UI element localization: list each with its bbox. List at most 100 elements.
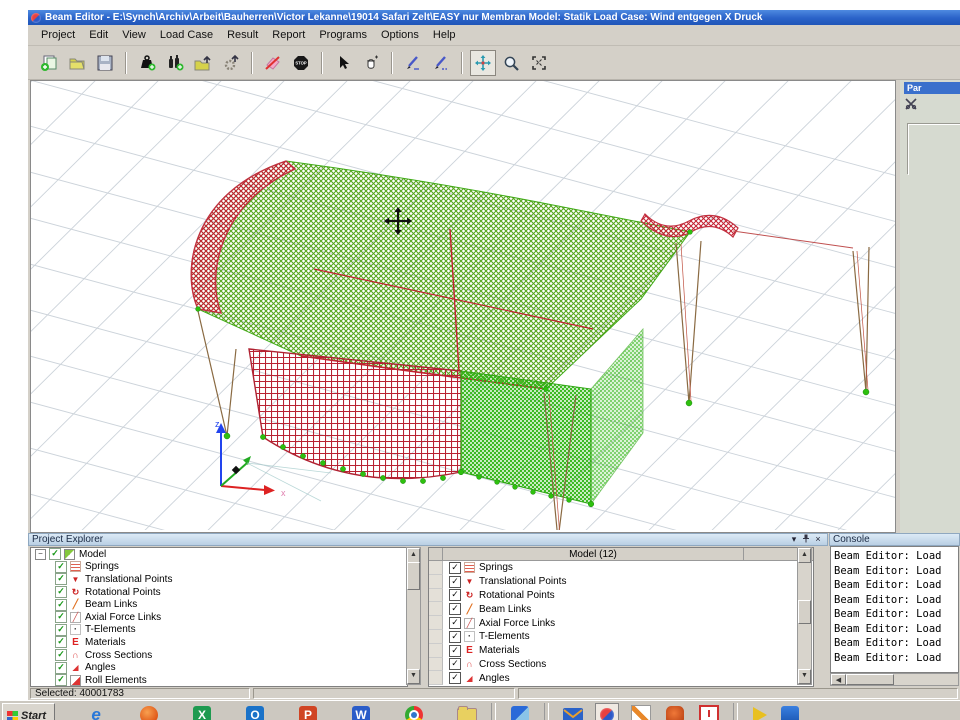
tools-icon[interactable] bbox=[905, 97, 917, 115]
collapse-icon[interactable]: − bbox=[35, 549, 46, 560]
word-icon[interactable]: W bbox=[349, 703, 373, 720]
blue-app-icon[interactable] bbox=[778, 703, 802, 720]
panel-menu-button[interactable]: ▾ bbox=[788, 534, 800, 545]
row-selector[interactable] bbox=[429, 616, 443, 630]
chrome-icon[interactable] bbox=[402, 703, 426, 720]
item-checkbox[interactable] bbox=[449, 658, 461, 670]
row-selector[interactable] bbox=[429, 630, 443, 644]
powerpoint-icon[interactable]: P bbox=[296, 703, 320, 720]
excel-icon[interactable]: X bbox=[190, 703, 214, 720]
list-item[interactable]: Axial Force Links bbox=[429, 616, 813, 630]
orange-app-icon[interactable] bbox=[663, 703, 687, 720]
internet-explorer-icon[interactable]: e bbox=[84, 703, 108, 720]
tree-item-model[interactable]: − Model bbox=[31, 548, 407, 561]
menu-item[interactable]: Report bbox=[265, 27, 312, 43]
model-list-title[interactable]: Model (12) bbox=[443, 548, 744, 561]
zoom-extents-button[interactable] bbox=[526, 50, 552, 76]
list-item[interactable]: Cross Sections bbox=[429, 658, 813, 672]
menu-item[interactable]: Load Case bbox=[153, 27, 220, 43]
pin-icon[interactable] bbox=[800, 534, 812, 546]
menu-item[interactable]: Result bbox=[220, 27, 265, 43]
import-settings-button[interactable] bbox=[218, 50, 244, 76]
menu-item[interactable]: View bbox=[115, 27, 153, 43]
tree-item[interactable]: Roll Elements bbox=[31, 674, 407, 687]
item-checkbox[interactable] bbox=[449, 617, 461, 629]
item-checkbox[interactable] bbox=[55, 649, 67, 661]
tree-scrollbar[interactable]: ▲ ▼ bbox=[406, 547, 421, 685]
grab-pan-button[interactable] bbox=[358, 50, 384, 76]
menu-item[interactable]: Programs bbox=[312, 27, 374, 43]
item-checkbox[interactable] bbox=[55, 624, 67, 636]
item-checkbox[interactable] bbox=[55, 573, 67, 585]
list-item[interactable]: T-Elements bbox=[429, 630, 813, 644]
item-checkbox[interactable] bbox=[449, 562, 461, 574]
item-checkbox[interactable] bbox=[449, 603, 461, 615]
scroll-down-icon[interactable]: ▼ bbox=[407, 669, 420, 684]
titlebar[interactable]: Beam Editor - E:\Synch\Archiv\Arbeit\Bau… bbox=[28, 10, 960, 25]
scroll-up-icon[interactable]: ▲ bbox=[407, 548, 420, 563]
add-load-case-button[interactable] bbox=[134, 50, 160, 76]
import-folder-button[interactable] bbox=[190, 50, 216, 76]
tree-item[interactable]: Angles bbox=[31, 661, 407, 674]
item-checkbox[interactable] bbox=[449, 589, 461, 601]
item-checkbox[interactable] bbox=[55, 662, 67, 674]
media-player-icon[interactable] bbox=[137, 703, 161, 720]
clock-app-icon[interactable] bbox=[697, 703, 721, 720]
delete-results-button[interactable] bbox=[260, 50, 286, 76]
item-checkbox[interactable] bbox=[55, 611, 67, 623]
row-selector[interactable] bbox=[429, 575, 443, 589]
select-button[interactable] bbox=[330, 50, 356, 76]
close-icon[interactable]: × bbox=[812, 534, 824, 545]
row-selector[interactable] bbox=[429, 589, 443, 603]
tree-item[interactable]: Springs bbox=[31, 561, 407, 574]
item-checkbox[interactable] bbox=[449, 576, 461, 588]
item-checkbox[interactable] bbox=[55, 636, 67, 648]
item-checkbox[interactable] bbox=[55, 599, 67, 611]
menu-item[interactable]: Project bbox=[34, 27, 82, 43]
item-checkbox[interactable] bbox=[55, 674, 67, 686]
new-project-button[interactable] bbox=[36, 50, 62, 76]
beam-editor-taskbar-icon[interactable] bbox=[595, 703, 619, 720]
item-checkbox[interactable] bbox=[55, 586, 67, 598]
tree-item[interactable]: Translational Points bbox=[31, 573, 407, 586]
tree-item[interactable]: Materials bbox=[31, 636, 407, 649]
row-selector[interactable] bbox=[429, 658, 443, 672]
tree-item[interactable]: Cross Sections bbox=[31, 649, 407, 662]
row-selector[interactable] bbox=[429, 602, 443, 616]
item-checkbox[interactable] bbox=[449, 645, 461, 657]
draw-link-button[interactable] bbox=[428, 50, 454, 76]
stop-button[interactable]: STOP bbox=[288, 50, 314, 76]
draw-beam-button[interactable] bbox=[400, 50, 426, 76]
zoom-button[interactable] bbox=[498, 50, 524, 76]
mail-app-icon[interactable] bbox=[561, 703, 585, 720]
menu-item[interactable]: Options bbox=[374, 27, 426, 43]
list-item[interactable]: Rotational Points bbox=[429, 589, 813, 603]
item-checkbox[interactable] bbox=[55, 561, 67, 573]
list-item[interactable]: Beam Links bbox=[429, 602, 813, 616]
model-list-scrollbar[interactable]: ▲ ▼ bbox=[797, 547, 812, 685]
photos-app-icon[interactable] bbox=[508, 703, 532, 720]
open-project-button[interactable] bbox=[64, 50, 90, 76]
item-checkbox[interactable] bbox=[449, 631, 461, 643]
console-output[interactable]: Beam Editor: LoadBeam Editor: LoadBeam E… bbox=[830, 546, 959, 673]
scroll-down-icon[interactable]: ▼ bbox=[798, 669, 811, 684]
tree-item[interactable]: Rotational Points bbox=[31, 586, 407, 599]
menu-item[interactable]: Edit bbox=[82, 27, 115, 43]
list-item[interactable]: Materials bbox=[429, 644, 813, 658]
list-item[interactable]: Translational Points bbox=[429, 575, 813, 589]
save-button[interactable] bbox=[92, 50, 118, 76]
menu-item[interactable]: Help bbox=[426, 27, 463, 43]
row-selector[interactable] bbox=[429, 671, 443, 685]
notes-app-icon[interactable] bbox=[629, 703, 653, 720]
model-checkbox[interactable] bbox=[49, 548, 61, 560]
list-item[interactable]: Angles bbox=[429, 671, 813, 685]
start-button[interactable]: Start bbox=[2, 703, 55, 720]
yellow-arrow-app-icon[interactable] bbox=[748, 703, 772, 720]
item-checkbox[interactable] bbox=[449, 672, 461, 684]
tree-item[interactable]: T-Elements bbox=[31, 624, 407, 637]
file-explorer-icon[interactable] bbox=[455, 703, 479, 720]
list-item[interactable]: Springs bbox=[429, 561, 813, 575]
scroll-left-icon[interactable]: ◀ bbox=[831, 674, 846, 685]
row-selector[interactable] bbox=[429, 561, 443, 575]
console-hscrollbar[interactable]: ◀ bbox=[830, 673, 959, 686]
